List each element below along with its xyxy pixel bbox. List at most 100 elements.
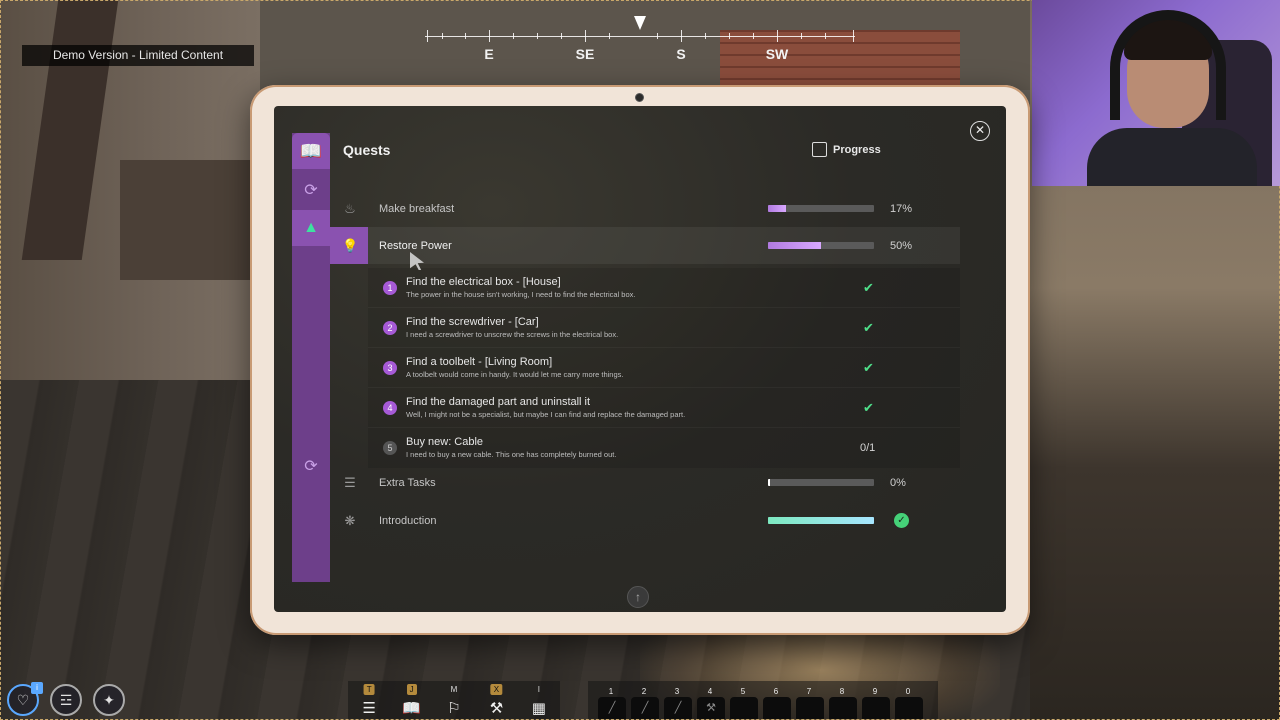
webcam-overlay <box>1032 0 1280 186</box>
pin-icon[interactable]: ⟳ <box>302 456 320 475</box>
task-title: Find the damaged part and uninstall it <box>406 396 591 408</box>
task-description: The power in the house isn't working, I … <box>406 290 636 299</box>
progress-fill <box>768 205 787 212</box>
book-icon: 📖 <box>402 700 421 717</box>
hotkey-label: X <box>490 684 503 695</box>
progress-percent: 17% <box>890 202 913 215</box>
footprints-icon: ❋ <box>344 512 356 528</box>
pin-active-icon[interactable]: ▲ <box>302 219 320 237</box>
hotkey-label: M <box>450 685 458 694</box>
step-number: 5 <box>383 441 397 455</box>
subtask-item[interactable]: 4 Find the damaged part and uninstall it… <box>368 388 960 428</box>
task-description: Well, I might not be a specialist, but m… <box>406 410 686 419</box>
task-count: 0/1 <box>860 442 876 454</box>
quest-label: Introduction <box>379 514 437 527</box>
compass-se: SE <box>575 46 595 62</box>
compass: E SE S SW <box>425 14 855 66</box>
scroll-up-button[interactable]: ↑ <box>627 586 649 608</box>
task-description: A toolbelt would come in handy. It would… <box>406 370 624 379</box>
hotbar-slot[interactable]: 0 <box>893 681 923 719</box>
hotbar-slot[interactable]: 7 <box>794 681 824 719</box>
progress-percent: 50% <box>890 239 913 252</box>
task-title: Buy new: Cable <box>406 436 484 448</box>
step-number: 2 <box>383 321 397 335</box>
info-icon: i <box>31 682 43 694</box>
health-heart-icon: ♡ i <box>7 682 43 716</box>
pickaxe-icon: ⚒ <box>697 697 725 719</box>
subtask-item[interactable]: 1 Find the electrical box - [House] The … <box>368 268 960 308</box>
step-number: 4 <box>383 401 397 415</box>
quest-row-make-breakfast[interactable]: ♨ Make breakfast 17% <box>330 190 960 227</box>
hotbar-slot[interactable]: 3 ╱ <box>662 681 692 719</box>
hotbar-slot[interactable]: 1 ╱ <box>596 681 626 719</box>
hammer-icon: ⚒ <box>489 700 504 717</box>
stamina-runner-icon: ✦ <box>93 684 125 716</box>
checkmark-icon: ✔ <box>863 360 874 375</box>
quest-label: Extra Tasks <box>379 476 436 489</box>
tablet-camera <box>635 93 644 102</box>
demo-version-badge: Demo Version - Limited Content <box>22 45 254 66</box>
journal-menu-button[interactable]: J 📖 <box>390 681 432 719</box>
compass-e: E <box>484 46 494 62</box>
list-icon: ☰ <box>362 700 376 717</box>
task-title: Find the screwdriver - [Car] <box>406 316 539 328</box>
hotbar: 1 ╱ 2 ╱ 3 ╱ 4 ⚒ 5 6 7 8 9 0 <box>588 681 938 719</box>
map-menu-button[interactable]: M ⚐ <box>433 681 475 719</box>
pin-icon[interactable]: ⟳ <box>302 180 320 199</box>
hotbar-slot[interactable]: 5 <box>728 681 758 719</box>
screwdriver-icon: ╱ <box>598 697 626 719</box>
task-title: Find the electrical box - [House] <box>406 276 561 288</box>
progress-icon <box>812 142 827 157</box>
quest-screen: 📖 ⟳ ▲ ⟳ Quests Progress ✕ ♨ Make breakfa… <box>274 106 1006 612</box>
hotbar-slot[interactable]: 8 <box>827 681 857 719</box>
progress-header: Progress <box>812 142 881 157</box>
status-icons: ♡ i ☲ ✦ <box>7 682 125 716</box>
quest-row-restore-power[interactable]: 💡 Restore Power 50% <box>330 227 960 264</box>
inventory-menu-button[interactable]: I ▦ <box>518 681 560 719</box>
checkmark-icon: ✔ <box>863 280 874 295</box>
bed-icon: ☰ <box>344 474 356 490</box>
lightbulb-icon: 💡 <box>342 237 359 253</box>
craft-menu-button[interactable]: X ⚒ <box>475 681 517 719</box>
hotbar-slot[interactable]: 6 <box>761 681 791 719</box>
grid-icon: ▦ <box>531 700 546 717</box>
knife-icon: ╱ <box>664 697 692 719</box>
checkmark-icon: ✔ <box>863 320 874 335</box>
checkmark-icon: ✔ <box>863 400 874 415</box>
subtask-list: 1 Find the electrical box - [House] The … <box>368 268 960 468</box>
quest-row-introduction[interactable]: ❋ Introduction ✓ <box>330 502 960 539</box>
hotbar-slot[interactable]: 9 <box>860 681 890 719</box>
menu-bar: T ☰ J 📖 M ⚐ X ⚒ I ▦ <box>348 681 560 719</box>
compass-s: S <box>676 46 686 62</box>
wooden-panel <box>120 160 260 280</box>
tasks-menu-button[interactable]: T ☰ <box>348 681 390 719</box>
progress-bar <box>768 517 874 524</box>
hotkey-label: T <box>363 684 375 695</box>
quest-label: Make breakfast <box>379 202 455 215</box>
step-number: 1 <box>383 281 397 295</box>
hotkey-label: J <box>406 684 417 695</box>
subtask-item[interactable]: 2 Find the screwdriver - [Car] I need a … <box>368 308 960 348</box>
progress-bar <box>768 242 874 249</box>
progress-percent: 0% <box>890 476 906 489</box>
hotkey-label: I <box>537 685 540 694</box>
compass-marker <box>634 16 646 30</box>
task-description: I need a screwdriver to unscrew the scre… <box>406 330 619 339</box>
hunger-fork-knife-icon: ☲ <box>50 684 82 716</box>
close-button[interactable]: ✕ <box>970 121 990 141</box>
subtask-item[interactable]: 3 Find a toolbelt - [Living Room] A tool… <box>368 348 960 388</box>
progress-bar <box>768 479 874 486</box>
book-icon[interactable]: 📖 <box>292 133 330 169</box>
tool-icon: ╱ <box>631 697 659 719</box>
hotbar-slot[interactable]: 4 ⚒ <box>695 681 725 719</box>
quest-side-rail: 📖 ⟳ ▲ ⟳ <box>292 133 330 582</box>
chef-hat-icon: ♨ <box>344 200 356 216</box>
quest-row-extra-tasks[interactable]: ☰ Extra Tasks 0% <box>330 464 960 501</box>
hotbar-slot[interactable]: 2 ╱ <box>629 681 659 719</box>
subtask-item[interactable]: 5 Buy new: Cable I need to buy a new cab… <box>368 428 960 468</box>
quest-label: Restore Power <box>379 239 452 252</box>
task-description: I need to buy a new cable. This one has … <box>406 450 617 459</box>
map-icon: ⚐ <box>447 700 461 717</box>
compass-sw: SW <box>765 46 789 62</box>
progress-fill <box>768 242 821 249</box>
